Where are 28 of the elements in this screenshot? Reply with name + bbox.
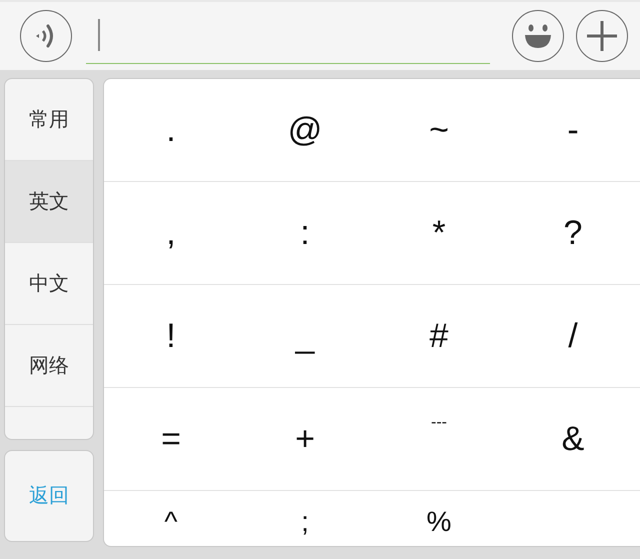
smiley-face-icon — [523, 24, 553, 48]
symbol-key[interactable]: ! — [104, 285, 238, 387]
category-tab[interactable]: 网络 — [5, 325, 93, 407]
symbol-key[interactable]: - — [506, 79, 640, 181]
symbol-key[interactable]: % — [426, 505, 452, 539]
symbol-key[interactable]: : — [238, 182, 372, 284]
symbol-key[interactable]: / — [506, 285, 640, 387]
symbol-key[interactable]: # — [372, 285, 506, 387]
symbol-key[interactable]: @ — [238, 79, 372, 181]
symbol-key[interactable]: ? — [506, 182, 640, 284]
symbol-key[interactable]: , — [104, 182, 238, 284]
category-tab[interactable]: 中文 — [5, 243, 93, 325]
symbol-key[interactable]: _ — [238, 285, 372, 387]
text-cursor — [98, 18, 100, 50]
symbol-key[interactable]: * — [372, 182, 506, 284]
symbol-key[interactable]: ^ — [164, 505, 178, 539]
symbol-key[interactable]: & — [506, 388, 640, 490]
voice-button[interactable] — [20, 10, 72, 62]
symbol-key[interactable]: + — [238, 388, 372, 490]
symbol-key[interactable]: --- — [431, 414, 447, 432]
symbol-key[interactable]: = — [104, 388, 238, 490]
plus-icon — [587, 21, 617, 51]
symbol-key[interactable]: ; — [301, 505, 309, 539]
emoji-button[interactable] — [512, 10, 564, 62]
category-tab[interactable]: 英文 — [5, 161, 93, 243]
symbol-key[interactable]: . — [104, 79, 238, 181]
add-button[interactable] — [576, 10, 628, 62]
symbol-key[interactable]: ~ — [372, 79, 506, 181]
